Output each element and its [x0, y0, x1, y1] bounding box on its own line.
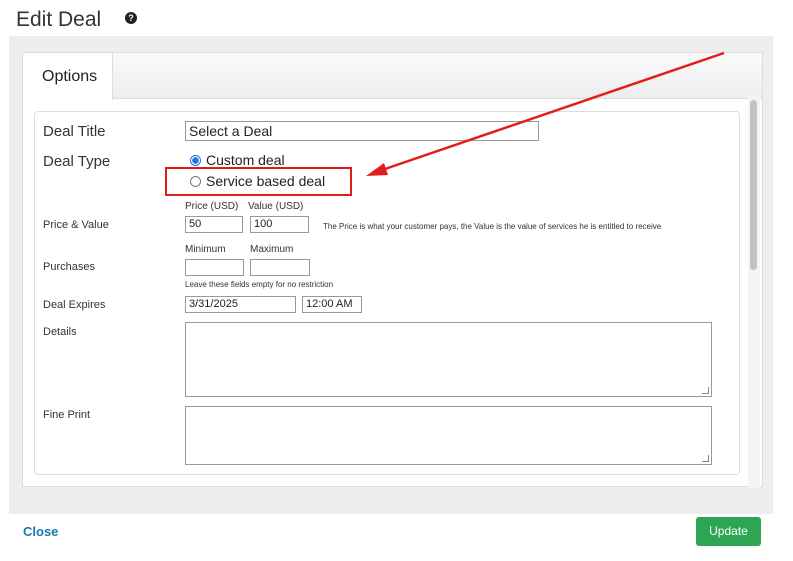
- close-link[interactable]: Close: [23, 524, 58, 539]
- edit-deal-page: Edit Deal ? Options Deal Title Select a …: [0, 0, 793, 561]
- annotation-arrow-icon: [366, 51, 725, 176]
- update-button[interactable]: Update: [696, 517, 761, 546]
